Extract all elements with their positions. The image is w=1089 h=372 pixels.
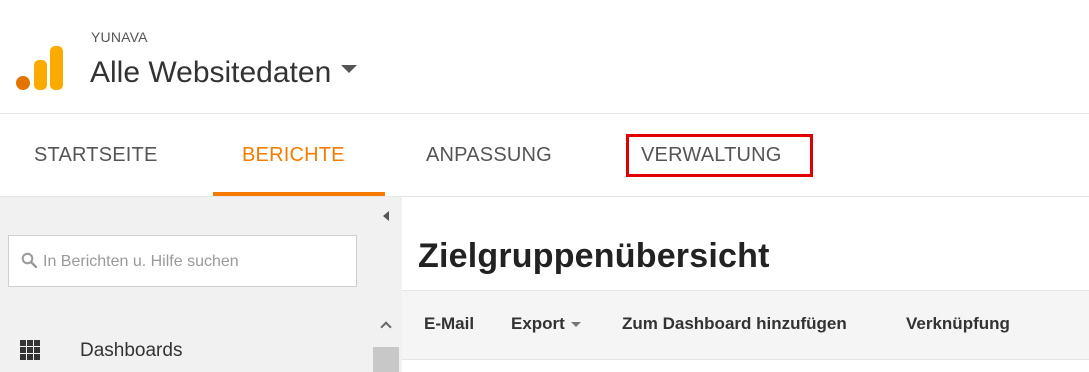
- triangle-left-icon: [383, 211, 389, 221]
- header: YUNAVA Alle Websitedaten: [0, 0, 1089, 114]
- chevron-up-icon[interactable]: [380, 321, 392, 333]
- logo-bar: [34, 60, 47, 90]
- sidebar-item-label: Dashboards: [80, 340, 183, 361]
- property-name: Alle Websitedaten: [90, 56, 332, 89]
- scrollbar-thumb[interactable]: [373, 347, 399, 372]
- property-selector[interactable]: Alle Websitedaten: [90, 56, 358, 90]
- tab-startseite[interactable]: STARTSEITE: [34, 144, 158, 167]
- sidebar-scrollbar[interactable]: [372, 315, 400, 372]
- export-label: Export: [511, 314, 565, 333]
- tab-anpassung[interactable]: ANPASSUNG: [426, 144, 552, 167]
- grid-icon: [20, 340, 40, 360]
- account-name: YUNAVA: [91, 29, 148, 45]
- collapse-sidebar-button[interactable]: [372, 197, 402, 237]
- highlight-box: [626, 134, 813, 177]
- logo-bar: [16, 76, 30, 90]
- email-button[interactable]: E-Mail: [424, 314, 474, 334]
- export-button[interactable]: Export: [511, 314, 581, 334]
- search-input[interactable]: In Berichten u. Hilfe suchen: [8, 235, 357, 287]
- shortcut-button[interactable]: Verknüpfung: [906, 314, 1010, 334]
- logo-bar: [50, 46, 63, 90]
- caret-down-icon: [341, 65, 358, 74]
- add-to-dashboard-button[interactable]: Zum Dashboard hinzufügen: [622, 314, 847, 334]
- divider: [402, 359, 1089, 360]
- report-toolbar: E-Mail Export Zum Dashboard hinzufügen V…: [402, 291, 1089, 359]
- analytics-logo-icon[interactable]: [14, 30, 64, 90]
- page-title: Zielgruppenübersicht: [418, 237, 770, 275]
- search-icon: [21, 252, 37, 268]
- sidebar: In Berichten u. Hilfe suchen Dashboards: [0, 197, 402, 372]
- main-content: Zielgruppenübersicht E-Mail Export Zum D…: [402, 197, 1089, 372]
- caret-down-icon: [570, 322, 581, 328]
- sidebar-item-dashboards[interactable]: Dashboards: [0, 337, 370, 372]
- tab-berichte[interactable]: BERICHTE: [242, 144, 345, 167]
- main-tabs: STARTSEITE BERICHTE ANPASSUNG VERWALTUNG: [0, 114, 1089, 197]
- search-placeholder: In Berichten u. Hilfe suchen: [43, 253, 239, 270]
